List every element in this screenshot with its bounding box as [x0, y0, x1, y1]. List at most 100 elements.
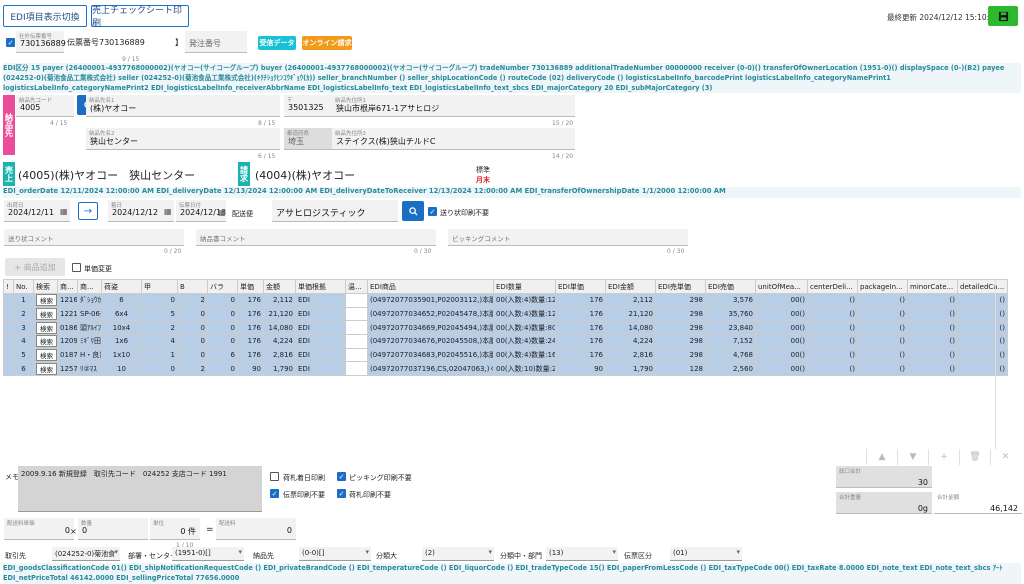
move-down-icon[interactable]: ▼	[897, 449, 928, 465]
column-header[interactable]: 商...	[77, 279, 102, 294]
search-button-cell[interactable]: 検索	[33, 347, 58, 363]
category-select[interactable]: (2)	[422, 547, 494, 561]
move-up-icon[interactable]: ▲	[866, 449, 897, 465]
column-header[interactable]: EDI売価	[705, 279, 756, 294]
nifuda-date-print-checkbox[interactable]	[270, 472, 279, 481]
row-search-button[interactable]: 検索	[36, 362, 57, 375]
column-header[interactable]: 甲	[141, 279, 178, 294]
row-search-button[interactable]: 検索	[36, 335, 57, 348]
calendar-icon[interactable]: ▦	[60, 207, 68, 216]
column-header[interactable]: EDI売単価	[655, 279, 706, 294]
delivery-name1-field[interactable]: 納品先名1 (株)ヤオコー	[86, 95, 280, 117]
calendar-icon[interactable]: ▦	[164, 207, 172, 216]
carrier-field[interactable]: アサヒロジスティック	[272, 200, 398, 222]
column-header[interactable]: minorCate...	[907, 279, 958, 294]
column-header[interactable]: EDI金額	[605, 279, 656, 294]
invoice-comment-field[interactable]: 送り状コメント	[4, 229, 184, 246]
column-header[interactable]: No.	[13, 279, 34, 294]
edi-toggle-button[interactable]: EDI項目表示切換	[3, 5, 87, 27]
delivery-addr2-field[interactable]: 納品先住所2 ステイクス(株)狭山チルドC	[332, 128, 575, 150]
copy-date-arrow-button[interactable]: →	[78, 202, 98, 220]
calendar-icon[interactable]: ▦	[218, 208, 226, 217]
column-header[interactable]: B	[177, 279, 208, 294]
shipping-unit2-field[interactable]: 単位 0 件	[150, 518, 200, 540]
prefecture-field[interactable]: 都道府県 埼玉	[284, 128, 332, 150]
column-header[interactable]: 検索	[33, 279, 58, 294]
column-header[interactable]: unitOfMea...	[755, 279, 808, 294]
shipping-unit-field[interactable]: 配送料単価 0	[4, 518, 74, 540]
empty-cell	[808, 389, 858, 403]
dept-select[interactable]: (1951-0)[]	[172, 547, 244, 561]
delivery-comment-field[interactable]: 納品書コメント	[196, 229, 436, 246]
empty-paren-value: ()	[949, 310, 955, 319]
zip-field[interactable]: 〒 3501325	[284, 95, 332, 117]
column-header[interactable]: EDI商品	[367, 279, 494, 294]
no-slip-print-checkbox-2[interactable]: ✓	[270, 489, 279, 498]
empty-cell	[706, 389, 756, 403]
order-number-field[interactable]: 発注番号	[185, 31, 247, 53]
search-button-cell[interactable]: 検索	[33, 293, 58, 308]
no-picking-print-checkbox[interactable]: ✓	[337, 472, 346, 481]
delivery-addr1-field[interactable]: 納品先住所1 狭山市根岸671-1アサヒロジ	[332, 95, 575, 117]
column-header[interactable]: EDI数量	[493, 279, 556, 294]
delivery-dest-select[interactable]: (0-0)[]	[299, 547, 371, 561]
delivery-name2-field[interactable]: 納品先名2 狭山センター	[86, 128, 280, 150]
company-order-field[interactable]: 社外伝票番号 730136889	[16, 31, 66, 53]
table-row[interactable]: 5検索018736H・良)1x101061762,816EDI(04972077…	[3, 347, 1008, 363]
shipping-fee-field[interactable]: 配送料 0	[216, 518, 296, 540]
save-button[interactable]	[988, 6, 1018, 26]
shipping-qty-field[interactable]: 数量 0	[78, 518, 148, 540]
column-header[interactable]: 荷姿	[101, 279, 142, 294]
category-mid-select[interactable]: (13)	[546, 547, 618, 561]
print-check-sheet-button[interactable]: 売上チェックシート印刷	[91, 5, 189, 29]
qty-loose-cell: 0	[207, 361, 238, 377]
column-header[interactable]: !	[3, 279, 14, 294]
table-row[interactable]: 3検索018697頭ｱﾙｲﾌﾟ10x420017614,080EDI(04972…	[3, 320, 1008, 336]
item-code-cell: 018697	[57, 320, 78, 336]
company-order-value: 730136889	[20, 39, 66, 48]
table-row[interactable]: 6検索125782ﾘ②ﾏｽ10020901,790EDI(04972077037…	[3, 361, 1008, 377]
row-search-button[interactable]: 検索	[36, 294, 57, 307]
slip-type-select[interactable]: (01)	[670, 547, 742, 561]
column-header[interactable]: 商...	[57, 279, 78, 294]
search-button-cell[interactable]: 検索	[33, 334, 58, 349]
column-header[interactable]: 温...	[345, 279, 368, 294]
no-slip-print-checkbox[interactable]: ✓	[428, 207, 437, 216]
trade-select[interactable]: (024252-0)菊池食	[52, 547, 120, 561]
company-order-checkbox[interactable]: ✓	[6, 38, 15, 47]
search-button-cell[interactable]: 検索	[33, 306, 58, 322]
row-search-button[interactable]: 検索	[36, 321, 57, 334]
edi-info-block: EDI区分 15 payer (26400001-4937768000002)(…	[3, 63, 1021, 93]
arrival-date-field[interactable]: 着日 2024/12/12 ▦	[108, 200, 174, 222]
no-nifuda-print-checkbox[interactable]: ✓	[337, 489, 346, 498]
column-header[interactable]: バラ	[207, 279, 238, 294]
grid-scrollbar[interactable]	[995, 279, 1021, 449]
unit-change-checkbox[interactable]	[72, 263, 81, 272]
order-date-field[interactable]: 出荷日 2024/12/11 ▦	[4, 200, 70, 222]
trash-icon[interactable]: 🗑	[959, 449, 990, 465]
row-search-button[interactable]: 検索	[36, 308, 57, 320]
table-row[interactable]: 1検索121604ﾀﾞｼｮｳｶｽﾄ60201762,112EDI(0497207…	[3, 293, 1008, 308]
shipping-qty-value: 0	[82, 526, 88, 535]
row-search-button[interactable]: 検索	[36, 349, 57, 361]
carrier-search-button[interactable]	[402, 201, 424, 221]
table-row[interactable]: 4検索120996ﾐｷﾞﾘ田1x64001764,224EDI(04972077…	[3, 334, 1008, 349]
column-header[interactable]: EDI単価	[555, 279, 606, 294]
column-header[interactable]: packageIn...	[857, 279, 908, 294]
slip-number-field[interactable]: 伝票番号730136889	[67, 37, 145, 48]
add-row-icon[interactable]: +	[928, 449, 959, 465]
table-row[interactable]: 2検索122105SP-06ﾁ6x450017621,120EDI(049720…	[3, 306, 1008, 322]
row-no-cell: 1	[13, 293, 34, 308]
picking-comment-field[interactable]: ピッキングコメント	[448, 229, 688, 246]
edi-price-cell: 90	[555, 361, 606, 377]
add-item-button[interactable]: + 商品追加	[5, 258, 65, 276]
delivery-code-field[interactable]: 納品先コード 4005	[16, 95, 74, 117]
column-header[interactable]: centerDeli...	[807, 279, 858, 294]
search-button-cell[interactable]: 検索	[33, 361, 58, 377]
column-header[interactable]: 単価	[237, 279, 264, 294]
column-header[interactable]: 単価根拠	[295, 279, 346, 294]
search-button-cell[interactable]: 検索	[33, 320, 58, 336]
memo-textarea[interactable]: 2009.9.16 新規登録 取引先コード 024252 支店コード 1991	[18, 466, 262, 512]
close-icon[interactable]: ✕	[990, 449, 1020, 465]
column-header[interactable]: 金額	[263, 279, 296, 294]
